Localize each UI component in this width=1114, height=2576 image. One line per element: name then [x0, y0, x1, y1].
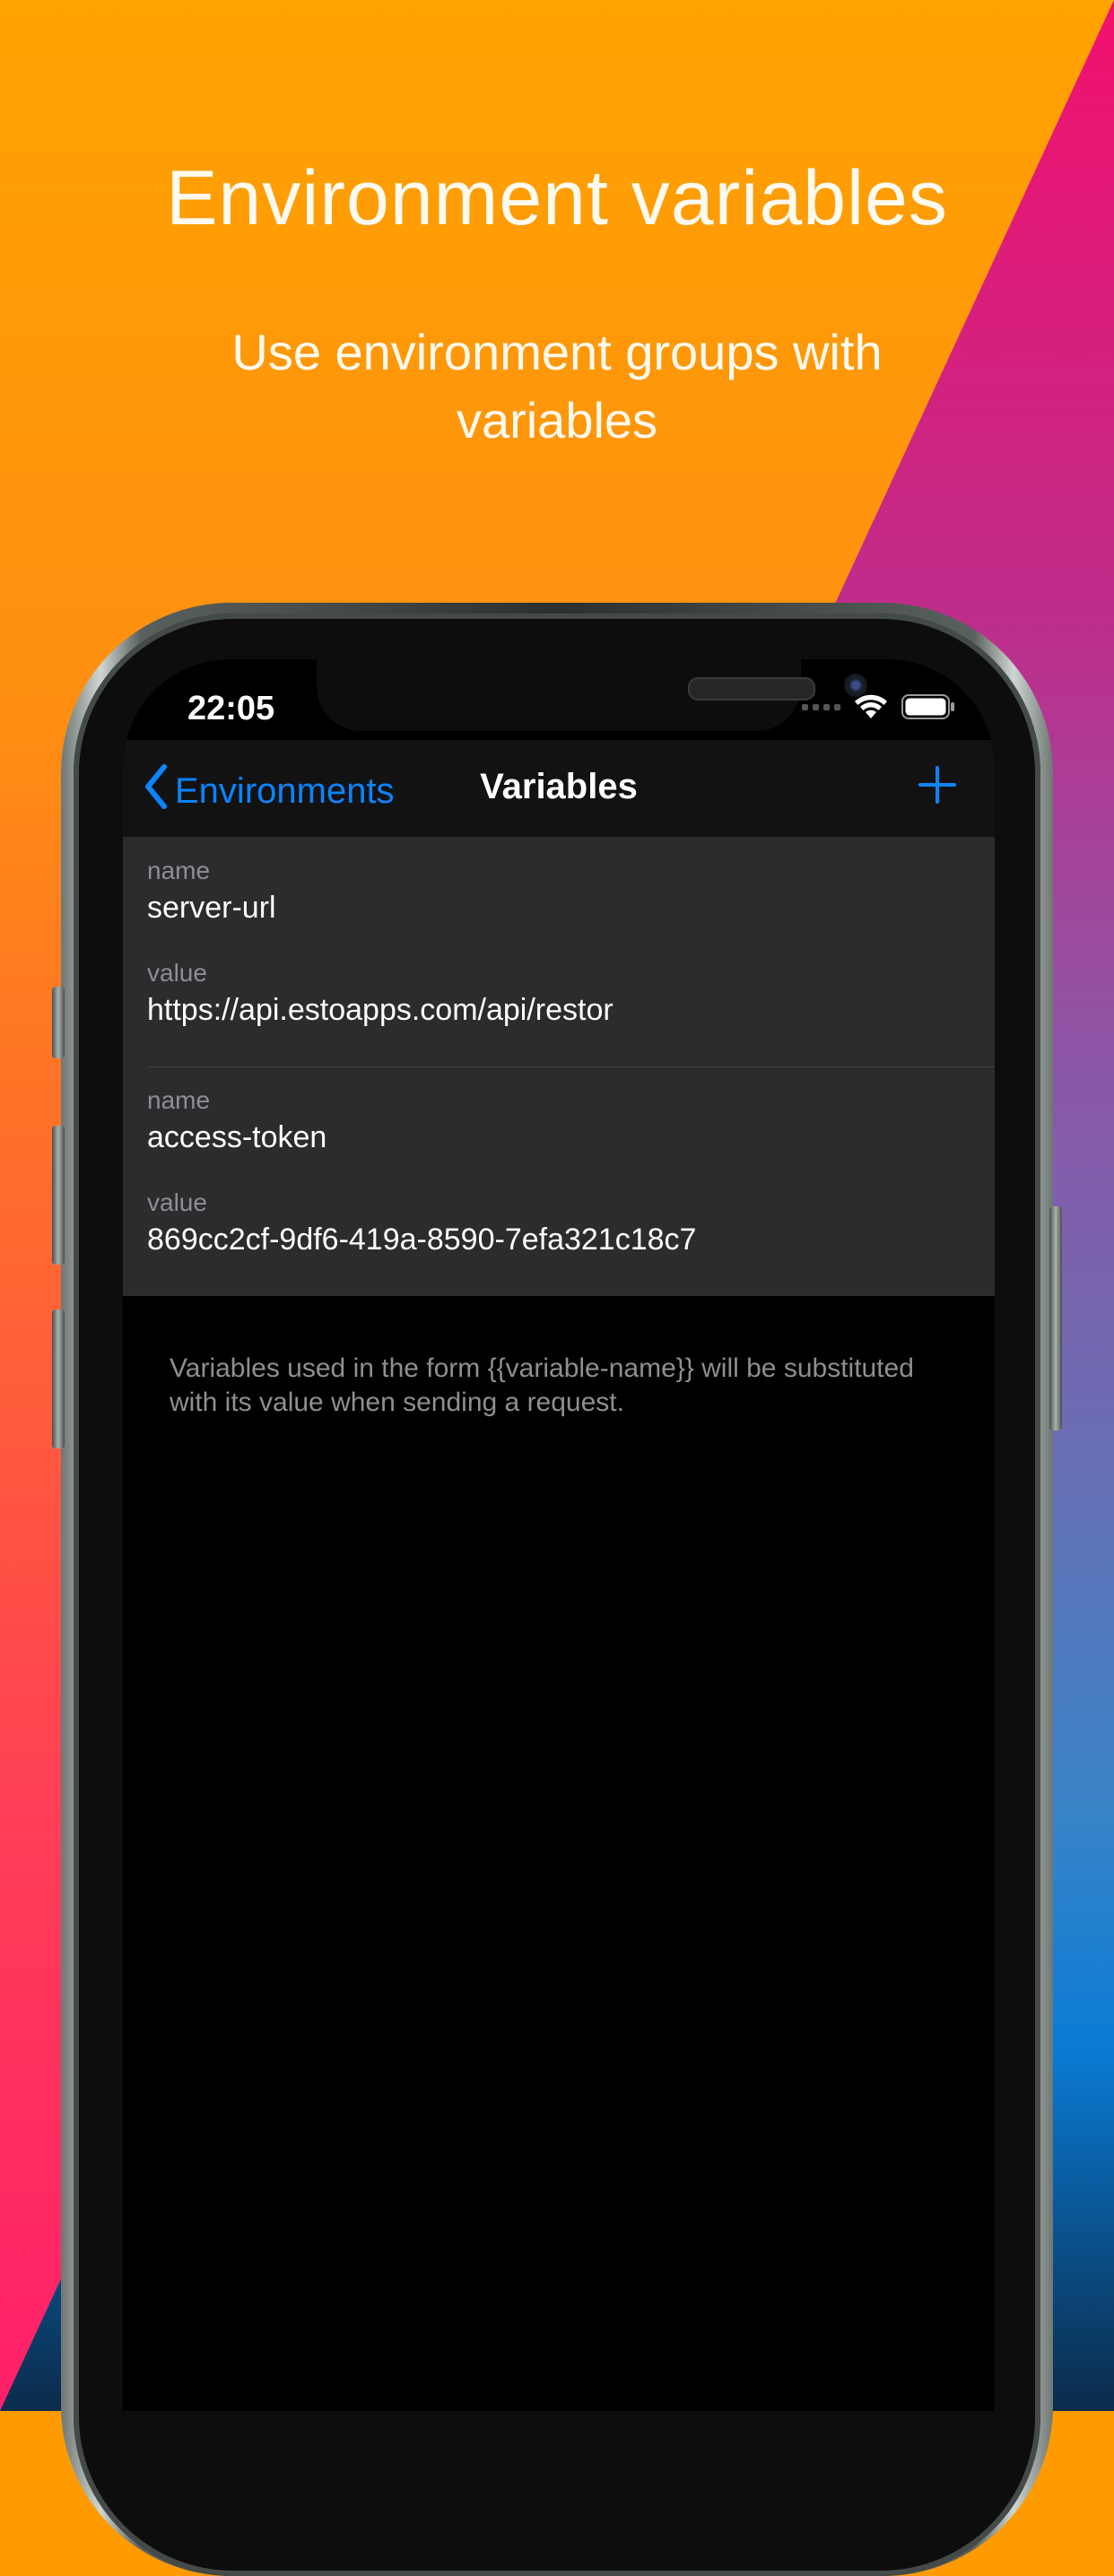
status-indicators — [802, 693, 955, 720]
section-footer-note: Variables used in the form {{variable-na… — [170, 1353, 914, 1417]
plus-icon — [918, 766, 957, 808]
add-variable-button[interactable] — [918, 765, 957, 809]
value-label: value — [147, 1188, 207, 1216]
navigation-bar: Environments Variables — [123, 740, 995, 837]
variable-name-field[interactable]: access-token — [147, 1120, 326, 1155]
variables-list: name server-url value https://api.estoap… — [123, 837, 995, 1296]
cellular-signal-icon — [802, 703, 840, 710]
variable-row[interactable]: name access-token value 869cc2cf-9df6-41… — [123, 1066, 995, 1296]
variable-value-field[interactable]: https://api.estoapps.com/api/restor — [147, 993, 614, 1028]
phone-screen: 22:05 Environments Variables name server… — [123, 659, 995, 2411]
promo-subline: Use environment groups with variables — [231, 324, 883, 448]
value-label: value — [147, 959, 207, 987]
promo-headline: Environment variables — [166, 155, 948, 241]
volume-down-button — [52, 1310, 65, 1449]
variable-row[interactable]: name server-url value https://api.estoap… — [123, 837, 995, 1066]
name-label: name — [147, 1086, 211, 1114]
name-label: name — [147, 857, 211, 884]
battery-icon — [901, 693, 955, 720]
variable-name-field[interactable]: server-url — [147, 891, 276, 926]
notch — [317, 659, 867, 731]
page-title: Variables — [480, 767, 638, 806]
speaker-grille — [688, 677, 815, 701]
side-button — [1049, 1206, 1062, 1431]
variable-value-field[interactable]: 869cc2cf-9df6-419a-8590-7efa321c18c7 — [147, 1223, 696, 1258]
volume-up-button — [52, 1126, 65, 1265]
status-time: 22:05 — [187, 690, 275, 727]
silent-switch — [52, 987, 65, 1058]
wifi-icon — [853, 693, 889, 720]
